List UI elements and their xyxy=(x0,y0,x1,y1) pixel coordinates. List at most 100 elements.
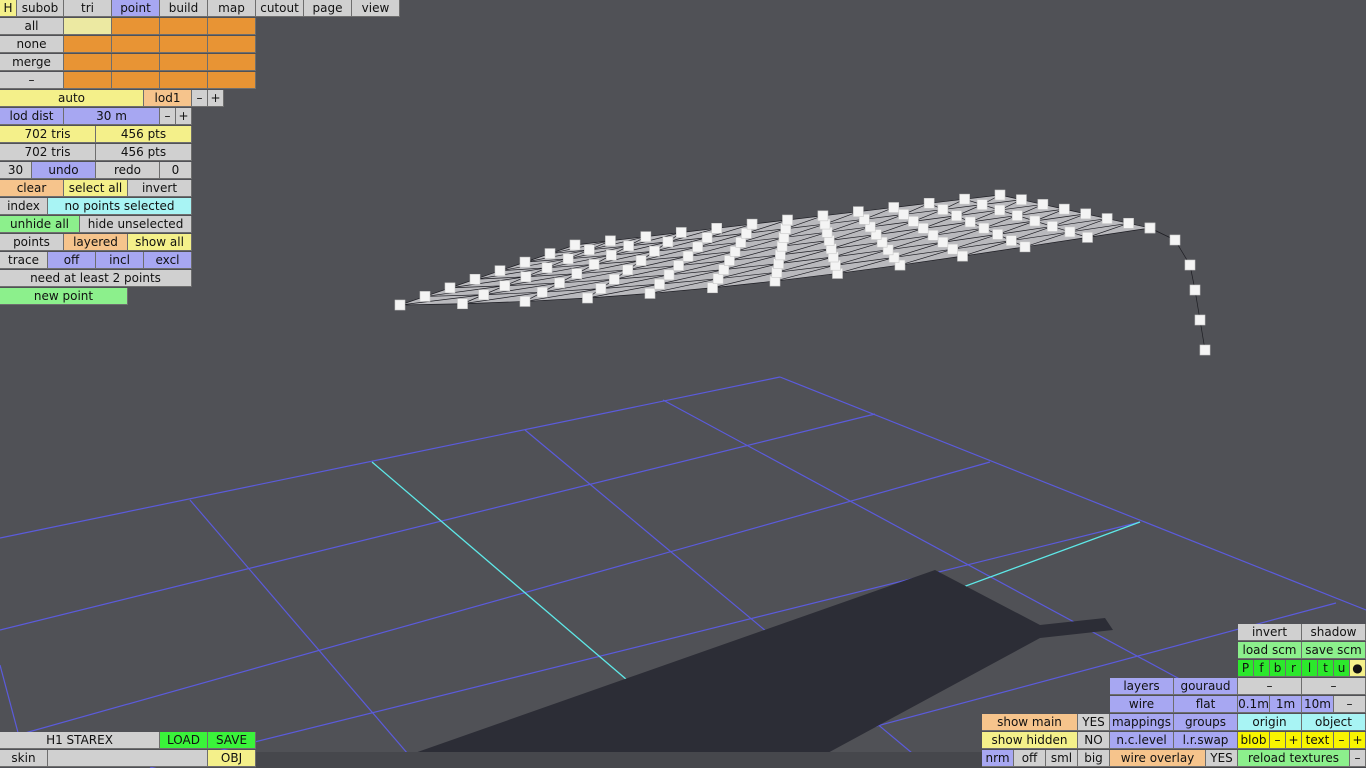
vertex-marker[interactable] xyxy=(571,268,583,279)
vertex-marker[interactable] xyxy=(1016,194,1027,206)
vertex-marker[interactable] xyxy=(649,245,660,257)
vertex-marker[interactable] xyxy=(927,229,939,241)
vertex-marker[interactable] xyxy=(707,282,718,294)
text-button[interactable]: text xyxy=(1302,732,1334,749)
vertex-marker[interactable] xyxy=(582,292,593,304)
vertex-marker[interactable] xyxy=(1037,199,1049,210)
dot-icon[interactable]: ● xyxy=(1350,660,1366,677)
vertex-marker[interactable] xyxy=(544,248,556,259)
show-hidden-value[interactable]: NO xyxy=(1078,732,1110,749)
groups-button[interactable]: groups xyxy=(1174,714,1238,731)
invert-view-button[interactable]: invert xyxy=(1238,624,1302,641)
vertex-marker[interactable] xyxy=(957,250,968,262)
vertex-marker[interactable] xyxy=(1194,314,1206,326)
vertex-marker[interactable] xyxy=(1029,215,1041,227)
vertex-marker[interactable] xyxy=(673,260,684,271)
vertex-marker[interactable] xyxy=(964,216,976,228)
step-1m-button[interactable]: 1m xyxy=(1270,696,1302,713)
vertex-marker[interactable] xyxy=(917,223,929,234)
vertex-marker[interactable] xyxy=(469,273,481,285)
vertex-marker[interactable] xyxy=(976,199,988,210)
vertex-marker[interactable] xyxy=(898,209,909,220)
dash-left-button[interactable]: – xyxy=(1238,678,1302,695)
save-button[interactable]: SAVE xyxy=(208,732,256,749)
undo-button[interactable]: undo xyxy=(32,162,96,179)
nc-level-button[interactable]: n.c.level xyxy=(1110,732,1174,749)
trace-incl-button[interactable]: incl xyxy=(96,252,144,269)
vertex-marker[interactable] xyxy=(1123,217,1134,229)
invert-selection-button[interactable]: invert xyxy=(128,180,192,197)
show-all-button[interactable]: show all xyxy=(128,234,192,251)
select-cell[interactable] xyxy=(160,54,208,71)
vertex-marker[interactable] xyxy=(718,264,730,275)
vertex-marker[interactable] xyxy=(746,218,758,230)
vertex-marker[interactable] xyxy=(951,210,962,222)
vertex-marker[interactable] xyxy=(536,286,548,298)
vertex-marker[interactable] xyxy=(1080,208,1092,220)
vertex-marker[interactable] xyxy=(394,299,406,311)
vertex-marker[interactable] xyxy=(606,249,617,261)
tab-view[interactable]: view xyxy=(352,0,400,17)
save-scm-button[interactable]: save scm xyxy=(1302,642,1366,659)
vertex-marker[interactable] xyxy=(478,289,489,301)
vertex-marker[interactable] xyxy=(562,253,574,265)
trace-off-button[interactable]: off xyxy=(48,252,96,269)
vertex-marker[interactable] xyxy=(782,214,793,226)
skin-button[interactable]: skin xyxy=(0,750,48,767)
vertex-marker[interactable] xyxy=(519,296,531,307)
hide-unselected-button[interactable]: hide unselected xyxy=(80,216,192,233)
vertex-marker[interactable] xyxy=(457,298,468,310)
text-plus-button[interactable]: + xyxy=(1350,732,1366,749)
vertex-marker[interactable] xyxy=(978,222,990,234)
layered-button[interactable]: layered xyxy=(64,234,128,251)
tab-subob[interactable]: subob xyxy=(17,0,64,17)
show-hidden-button[interactable]: show hidden xyxy=(982,732,1078,749)
wire-overlay-value[interactable]: YES xyxy=(1206,750,1238,767)
select-cell[interactable] xyxy=(208,72,256,89)
vertex-marker[interactable] xyxy=(853,206,864,217)
vertex-marker[interactable] xyxy=(623,240,634,252)
h-button[interactable]: H xyxy=(0,0,17,17)
gouraud-button[interactable]: gouraud xyxy=(1174,678,1238,695)
vertex-marker[interactable] xyxy=(583,244,595,256)
flag-l[interactable]: l xyxy=(1302,660,1318,677)
text-minus-button[interactable]: – xyxy=(1334,732,1350,749)
layers-button[interactable]: layers xyxy=(1110,678,1174,695)
skin-field[interactable] xyxy=(48,750,208,767)
trace-excl-button[interactable]: excl xyxy=(144,252,192,269)
vertex-marker[interactable] xyxy=(735,237,747,248)
select-cell[interactable] xyxy=(64,72,112,89)
load-button[interactable]: LOAD xyxy=(160,732,208,749)
vertex-marker[interactable] xyxy=(729,246,741,257)
vertex-marker[interactable] xyxy=(605,235,616,247)
vertex-marker[interactable] xyxy=(712,273,724,284)
nrm-button[interactable]: nrm xyxy=(982,750,1014,767)
vertex-marker[interactable] xyxy=(692,241,703,253)
vertex-marker[interactable] xyxy=(1184,259,1196,271)
tab-tri[interactable]: tri xyxy=(64,0,112,17)
select-cell[interactable] xyxy=(208,18,256,35)
vertex-marker[interactable] xyxy=(640,231,652,242)
load-scm-button[interactable]: load scm xyxy=(1238,642,1302,659)
vertex-marker[interactable] xyxy=(675,227,687,238)
select-none-button[interactable]: none xyxy=(0,36,64,53)
lod-level-button[interactable]: lod1 xyxy=(144,90,192,107)
flag-f[interactable]: f xyxy=(1254,660,1270,677)
index-button[interactable]: index xyxy=(0,198,48,215)
vertex-marker[interactable] xyxy=(635,255,647,266)
select-cell[interactable] xyxy=(160,18,208,35)
tab-page[interactable]: page xyxy=(304,0,352,17)
vertex-marker[interactable] xyxy=(1144,222,1156,234)
select-cell[interactable] xyxy=(160,72,208,89)
vertex-marker[interactable] xyxy=(937,204,949,215)
select-cell[interactable] xyxy=(64,54,112,71)
select-cell[interactable] xyxy=(112,72,160,89)
vertex-marker[interactable] xyxy=(992,229,1003,240)
flag-r[interactable]: r xyxy=(1286,660,1302,677)
wire-overlay-button[interactable]: wire overlay xyxy=(1110,750,1206,767)
reload-minus-button[interactable]: – xyxy=(1350,750,1366,767)
vertex-marker[interactable] xyxy=(1047,221,1058,232)
select-all-row-button[interactable]: all xyxy=(0,18,64,35)
tab-point[interactable]: point xyxy=(112,0,160,17)
vertex-marker[interactable] xyxy=(622,264,633,276)
